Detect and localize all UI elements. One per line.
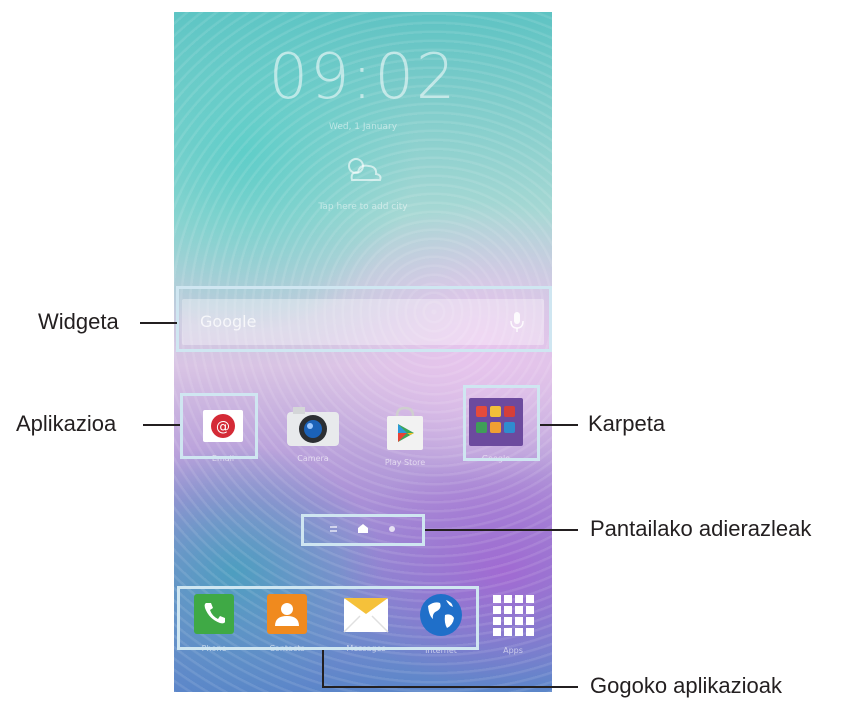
folder-callout-label: Karpeta [588, 411, 666, 436]
widget-highlight [176, 286, 552, 352]
indicators-callout-label: Pantailako adierazleak [590, 516, 812, 541]
indicators-highlight [301, 514, 425, 546]
play-store-icon [387, 406, 423, 450]
app-label: Camera [297, 454, 329, 463]
favorites-highlight [177, 586, 479, 650]
weather-icon[interactable] [342, 152, 384, 186]
app-callout-label: Aplikazioa [16, 411, 117, 436]
favorites-callout-line-horizontal [322, 686, 578, 688]
apps-grid-icon [493, 595, 534, 636]
app-highlight [180, 393, 258, 459]
widget-callout-label: Widgeta [38, 309, 119, 334]
indicators-callout-line [425, 529, 578, 531]
favorites-callout-line-vertical [322, 650, 324, 687]
weather-hint[interactable]: Tap here to add city [174, 202, 552, 212]
favorites-callout-label: Gogoko aplikazioak [590, 673, 783, 698]
folder-highlight [463, 385, 540, 461]
dock-apps[interactable]: Apps [478, 592, 548, 655]
dock-label: Apps [503, 646, 523, 655]
folder-callout-line [540, 424, 578, 426]
clock-time: 09:02 [268, 40, 458, 113]
app-camera[interactable]: Camera [278, 404, 348, 463]
clock-date: Wed, 1 January [328, 122, 398, 132]
camera-icon [287, 407, 339, 446]
app-play-store[interactable]: Play Store [370, 404, 440, 467]
app-callout-line [143, 424, 180, 426]
widget-callout-line [140, 322, 177, 324]
app-label: Play Store [384, 458, 426, 467]
